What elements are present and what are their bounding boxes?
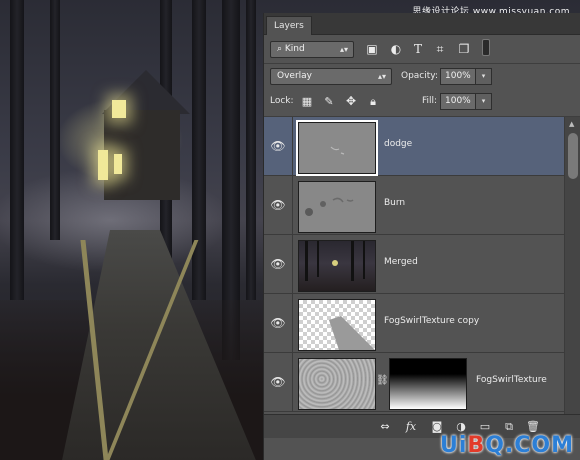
tree-trunk bbox=[10, 0, 24, 300]
smart-object-filter-icon[interactable]: ❐ bbox=[456, 41, 472, 58]
layer-row[interactable]: 👁︎ Merged bbox=[264, 235, 564, 294]
layer-thumbnail bbox=[296, 120, 378, 176]
filter-row: ⌕ Kind ▴▾ ▣ ◐ T ⌗ ❐ bbox=[264, 37, 580, 64]
dropdown-arrow-icon: ▴▾ bbox=[377, 72, 386, 81]
watermark-logo-suffix: Q.COM bbox=[485, 433, 574, 458]
fill-label: Fill: bbox=[422, 96, 438, 106]
layers-panel: Layers ⌕ Kind ▴▾ ▣ ◐ T ⌗ ❐ Overlay ▴▾ Op… bbox=[263, 13, 580, 460]
fill-input[interactable]: 100% bbox=[440, 93, 476, 110]
blend-mode-value: Overlay bbox=[277, 71, 312, 81]
layer-name: Merged bbox=[384, 257, 418, 267]
layer-row[interactable]: 👁︎ Burn bbox=[264, 176, 564, 235]
opacity-label: Opacity: bbox=[401, 71, 438, 81]
tree-trunk bbox=[50, 0, 60, 240]
layer-thumbnail bbox=[298, 240, 376, 292]
fx-icon[interactable]: fx bbox=[402, 419, 420, 435]
lock-all-icon[interactable]: 🔒︎ bbox=[366, 93, 380, 110]
lock-row: Lock: ▦ ✎ ✥ 🔒︎ Fill: 100% ▾ bbox=[264, 90, 580, 117]
eye-icon[interactable]: 👁︎ bbox=[269, 255, 287, 273]
layer-list: 👁︎ dodge 👁︎ Burn 👁︎ Merged 👁︎ FogSwirlTe… bbox=[264, 117, 564, 414]
watermark-logo-o: B bbox=[467, 433, 486, 458]
tab-layers[interactable]: Layers bbox=[266, 16, 312, 35]
link-icon[interactable]: ⇔ bbox=[376, 419, 394, 435]
tree-trunk bbox=[192, 0, 206, 300]
tree-trunk bbox=[246, 0, 256, 300]
layer-row[interactable]: 👁︎ ⛓︎ FogSwirlTexture bbox=[264, 353, 564, 412]
dropdown-arrow-icon: ▴▾ bbox=[339, 45, 348, 54]
image-filter-icon[interactable]: ▣ bbox=[364, 41, 380, 58]
layer-name: FogSwirlTexture copy bbox=[384, 316, 480, 326]
layer-thumbnail bbox=[298, 358, 376, 410]
opacity-arrow-icon[interactable]: ▾ bbox=[476, 68, 492, 85]
eye-icon[interactable]: 👁︎ bbox=[269, 137, 287, 155]
lock-label: Lock: bbox=[270, 96, 294, 106]
layer-row[interactable]: 👁︎ FogSwirlTexture copy bbox=[264, 294, 564, 353]
scrollbar-thumb[interactable] bbox=[568, 133, 578, 179]
blend-mode-dropdown[interactable]: Overlay ▴▾ bbox=[270, 68, 392, 85]
scroll-up-icon[interactable]: ▲ bbox=[569, 120, 574, 128]
haunted-house bbox=[84, 70, 190, 200]
blend-row: Overlay ▴▾ Opacity: 100% ▾ bbox=[264, 64, 580, 91]
filter-toggle-icon[interactable] bbox=[482, 39, 490, 56]
lock-position-icon[interactable]: ✥ bbox=[344, 93, 358, 110]
layer-thumbnail bbox=[298, 299, 376, 351]
layer-list-scrollbar[interactable]: ▲ bbox=[564, 117, 580, 414]
type-filter-icon[interactable]: T bbox=[410, 41, 426, 58]
eye-icon[interactable]: 👁︎ bbox=[269, 373, 287, 391]
panel-titlebar: Layers bbox=[264, 13, 580, 35]
eye-icon[interactable]: 👁︎ bbox=[269, 196, 287, 214]
eye-icon[interactable]: 👁︎ bbox=[269, 314, 287, 332]
filter-kind-label: Kind bbox=[284, 44, 305, 54]
layer-row[interactable]: 👁︎ dodge bbox=[264, 117, 564, 176]
watermark-logo-prefix: Ui bbox=[440, 433, 468, 458]
layer-mask-thumbnail[interactable] bbox=[389, 358, 467, 410]
watermark-logo: UiBQ.COM bbox=[440, 433, 574, 458]
lock-transparency-icon[interactable]: ▦ bbox=[300, 93, 314, 110]
search-icon: ⌕ bbox=[277, 44, 285, 54]
layer-thumbnail bbox=[298, 181, 376, 233]
filter-kind-dropdown[interactable]: ⌕ Kind ▴▾ bbox=[270, 41, 354, 58]
opacity-input[interactable]: 100% bbox=[440, 68, 476, 85]
fill-arrow-icon[interactable]: ▾ bbox=[476, 93, 492, 110]
layer-name: Burn bbox=[384, 198, 406, 208]
layer-name: FogSwirlTexture bbox=[476, 375, 547, 385]
lock-pixels-icon[interactable]: ✎ bbox=[322, 93, 336, 110]
adjustment-filter-icon[interactable]: ◐ bbox=[388, 41, 404, 58]
shape-filter-icon[interactable]: ⌗ bbox=[432, 41, 448, 58]
layer-name: dodge bbox=[384, 139, 413, 149]
chain-link-icon[interactable]: ⛓︎ bbox=[376, 375, 389, 386]
